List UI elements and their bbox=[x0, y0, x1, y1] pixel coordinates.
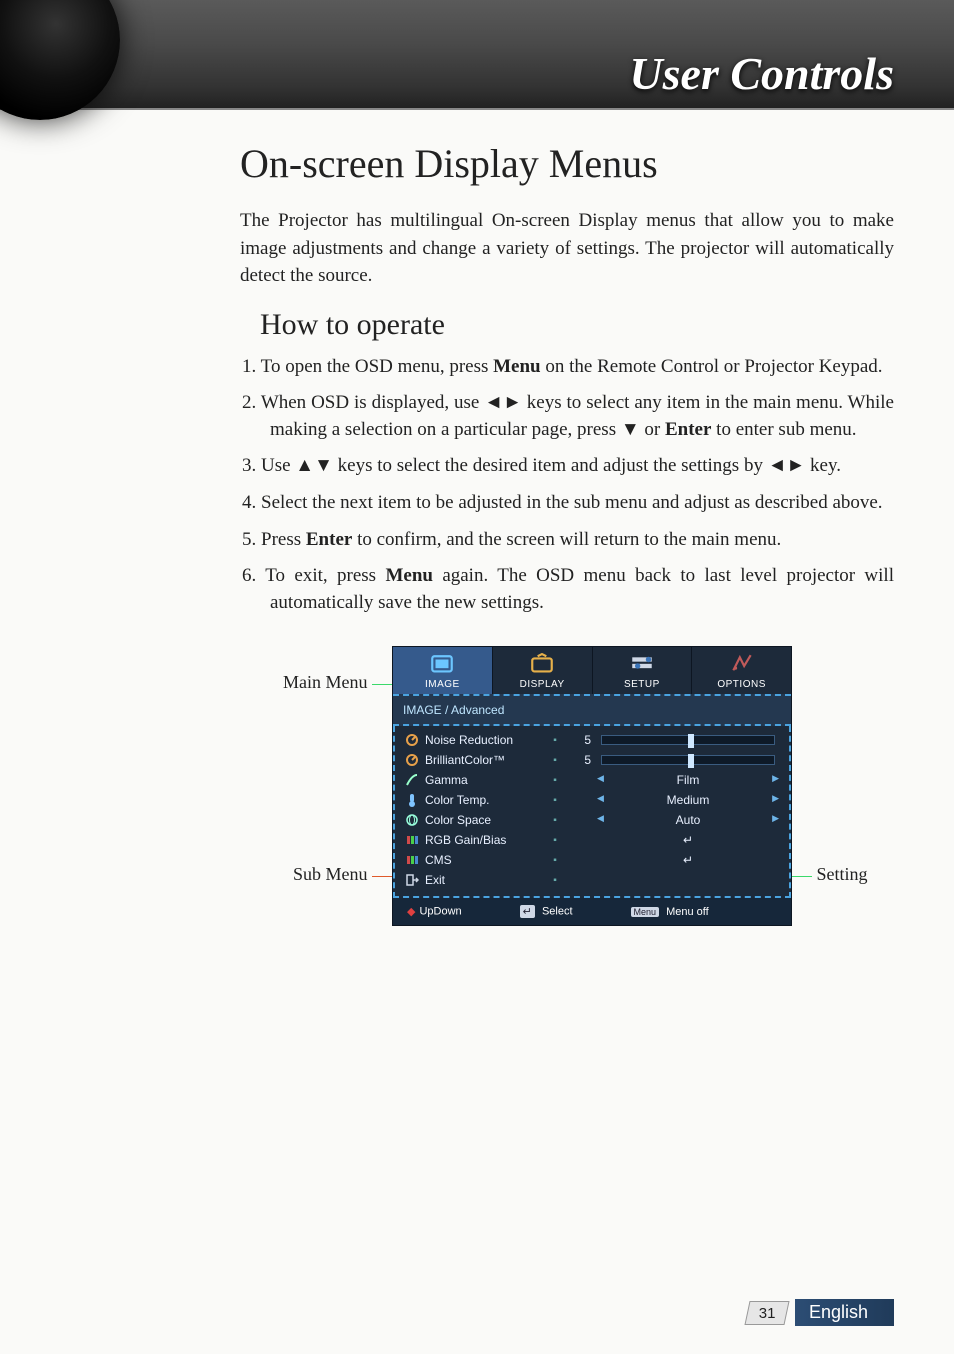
osd-tab-image[interactable]: IMAGE bbox=[393, 647, 493, 694]
osd-row[interactable]: Noise Reduction ▪ 5 bbox=[403, 730, 781, 750]
osd-row-label: Exit bbox=[425, 873, 543, 887]
osd-row-label: Noise Reduction bbox=[425, 733, 543, 747]
callouts-left: Main Menu Sub Menu bbox=[272, 646, 392, 926]
display-icon bbox=[529, 653, 555, 673]
content-area: On-screen Display Menus The Projector ha… bbox=[0, 110, 954, 926]
row-divider: ▪ bbox=[549, 815, 561, 826]
page-heading: On-screen Display Menus bbox=[240, 140, 894, 187]
step-item: To open the OSD menu, press Menu on the … bbox=[240, 354, 894, 381]
callouts-right: Setting bbox=[792, 646, 882, 926]
page-header: User Controls bbox=[0, 0, 954, 110]
osd-figure: Main Menu Sub Menu IMAGE DISPLAY SETUP OPTI… bbox=[240, 646, 894, 926]
enter-icon[interactable]: ↵ bbox=[597, 853, 779, 867]
osd-row-label: CMS bbox=[425, 853, 543, 867]
osd-row[interactable]: BrilliantColor™ ▪ 5 bbox=[403, 750, 781, 770]
osd-rows: Noise Reduction ▪ 5 BrilliantColor™ ▪ 5 Gamma ▪… bbox=[393, 726, 791, 898]
osd-row-label: Color Space bbox=[425, 813, 543, 827]
osd-panel: IMAGE DISPLAY SETUP OPTIONS IMAGE / Advance… bbox=[392, 646, 792, 926]
step-item: Use ▲▼ keys to select the desired item a… bbox=[240, 453, 894, 480]
how-to-heading: How to operate bbox=[260, 308, 894, 342]
osd-row[interactable]: RGB Gain/Bias ▪ ↵ bbox=[403, 830, 781, 850]
intro-paragraph: The Projector has multilingual On-screen… bbox=[240, 207, 894, 290]
step-item: Press Enter to confirm, and the screen w… bbox=[240, 527, 894, 554]
curve-icon bbox=[405, 773, 419, 787]
row-divider: ▪ bbox=[549, 755, 561, 766]
enter-icon: ↵ bbox=[520, 905, 535, 918]
hint-select: ↵ Select bbox=[520, 905, 573, 918]
osd-row[interactable]: Color Space ▪ Auto bbox=[403, 810, 781, 830]
dial-icon bbox=[405, 753, 419, 767]
osd-row-label: Color Temp. bbox=[425, 793, 543, 807]
osd-row[interactable]: CMS ▪ ↵ bbox=[403, 850, 781, 870]
options-icon bbox=[729, 653, 755, 673]
hint-updown: ◆UpDown bbox=[407, 905, 462, 918]
row-divider: ▪ bbox=[549, 795, 561, 806]
section-title: User Controls bbox=[629, 47, 894, 100]
osd-select-value[interactable]: Auto bbox=[597, 813, 779, 827]
callout-sub-menu: Sub Menu bbox=[293, 864, 392, 885]
slider-thumb[interactable] bbox=[688, 754, 694, 768]
osd-row-label: RGB Gain/Bias bbox=[425, 833, 543, 847]
step-item: To exit, press Menu again. The OSD menu … bbox=[240, 563, 894, 616]
slider-track[interactable] bbox=[601, 735, 775, 745]
osd-row[interactable]: Gamma ▪ Film bbox=[403, 770, 781, 790]
setup-icon bbox=[629, 653, 655, 673]
row-divider: ▪ bbox=[549, 775, 561, 786]
osd-hint-bar: ◆UpDown ↵ Select Menu Menu off bbox=[393, 898, 791, 925]
slider-track[interactable] bbox=[601, 755, 775, 765]
osd-tabs: IMAGE DISPLAY SETUP OPTIONS bbox=[393, 647, 791, 694]
osd-row[interactable]: Exit ▪ bbox=[403, 870, 781, 890]
osd-select-value[interactable]: Medium bbox=[597, 793, 779, 807]
osd-breadcrumb: IMAGE / Advanced bbox=[403, 700, 781, 720]
page-number-badge: 31 bbox=[744, 1301, 789, 1325]
slider-thumb[interactable] bbox=[688, 734, 694, 748]
osd-value: 5 bbox=[567, 753, 591, 767]
dial-icon bbox=[405, 733, 419, 747]
osd-select-value[interactable]: Film bbox=[597, 773, 779, 787]
language-badge: English bbox=[795, 1299, 894, 1326]
osd-tab-display[interactable]: DISPLAY bbox=[493, 647, 593, 694]
osd-row[interactable]: Color Temp. ▪ Medium bbox=[403, 790, 781, 810]
osd-breadcrumb-bar: IMAGE / Advanced bbox=[393, 694, 791, 726]
step-item: Select the next item to be adjusted in t… bbox=[240, 490, 894, 517]
lens-decor bbox=[0, 0, 120, 120]
page-footer: 31 English bbox=[747, 1299, 894, 1326]
osd-tab-options[interactable]: OPTIONS bbox=[692, 647, 791, 694]
osd-tab-label: DISPLAY bbox=[520, 679, 565, 690]
osd-tab-label: IMAGE bbox=[425, 679, 460, 690]
row-divider: ▪ bbox=[549, 875, 561, 886]
therm-icon bbox=[405, 793, 419, 807]
osd-row-label: Gamma bbox=[425, 773, 543, 787]
image-icon bbox=[429, 653, 455, 673]
step-item: When OSD is displayed, use ◄► keys to se… bbox=[240, 390, 894, 443]
exit-icon bbox=[405, 873, 419, 887]
bars-icon bbox=[405, 853, 419, 867]
enter-icon[interactable]: ↵ bbox=[597, 833, 779, 847]
row-divider: ▪ bbox=[549, 735, 561, 746]
osd-row-label: BrilliantColor™ bbox=[425, 753, 543, 767]
updown-icon: ◆ bbox=[407, 905, 415, 918]
hint-menu-off: Menu Menu off bbox=[631, 906, 709, 918]
osd-tab-label: OPTIONS bbox=[717, 679, 766, 690]
row-divider: ▪ bbox=[549, 855, 561, 866]
globe-icon bbox=[405, 813, 419, 827]
osd-tab-label: SETUP bbox=[624, 679, 660, 690]
osd-tab-setup[interactable]: SETUP bbox=[593, 647, 693, 694]
menu-key-icon: Menu bbox=[631, 907, 660, 917]
callout-main-menu: Main Menu bbox=[283, 672, 392, 693]
osd-value: 5 bbox=[567, 733, 591, 747]
bars-icon bbox=[405, 833, 419, 847]
callout-setting: Setting bbox=[792, 864, 868, 885]
row-divider: ▪ bbox=[549, 835, 561, 846]
steps-list: To open the OSD menu, press Menu on the … bbox=[240, 354, 894, 617]
